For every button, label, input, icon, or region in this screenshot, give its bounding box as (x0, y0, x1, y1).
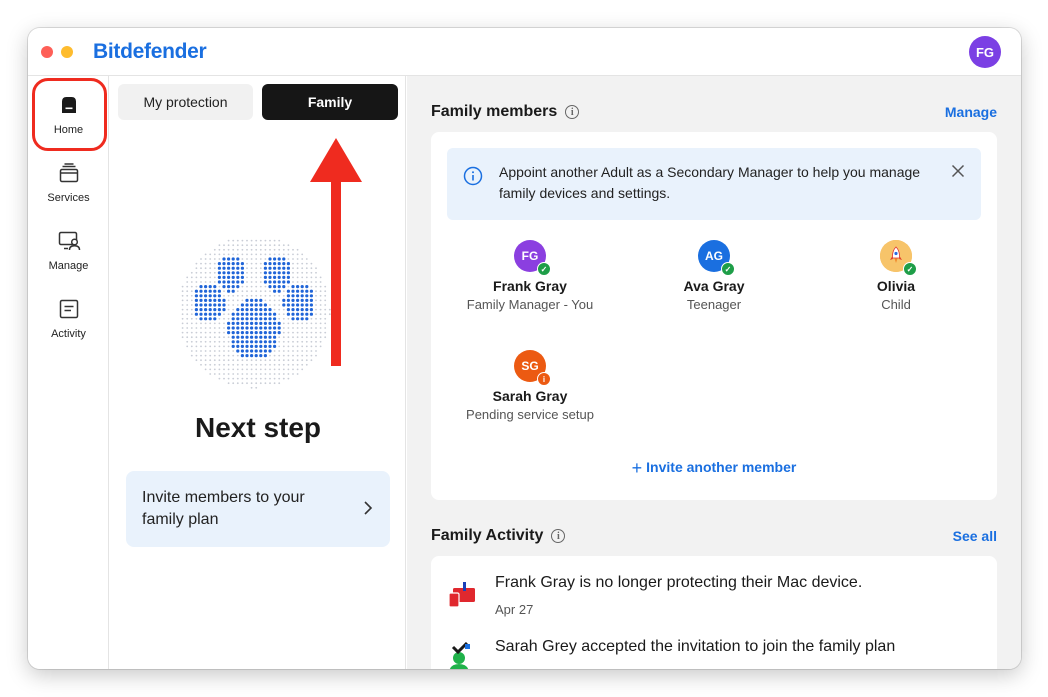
info-icon (463, 166, 483, 186)
tab-family[interactable]: Family (262, 84, 398, 120)
sidebar-item-label: Manage (48, 260, 89, 272)
family-activity-title: Family Activity (431, 527, 544, 544)
activity-text: Frank Gray is no longer protecting their… (495, 574, 863, 591)
highlight-annotation-circle (32, 78, 107, 151)
member-initials: FG (521, 249, 539, 263)
sidebar-nav: Home Services Manage Activity (28, 76, 109, 669)
activity-icon (56, 296, 82, 322)
verified-check-icon: ✓ (537, 262, 551, 276)
invite-members-card[interactable]: Invite members to your family plan (126, 471, 390, 547)
verified-check-icon: ✓ (903, 262, 917, 276)
invite-another-member-link[interactable]: + Invite another member (431, 458, 997, 479)
plus-icon: + (631, 458, 643, 478)
chevron-right-icon (364, 501, 373, 515)
activity-date: Apr 27 (495, 602, 534, 617)
sidebar-item-activity[interactable]: Activity (28, 288, 109, 350)
member-name: Frank Gray (493, 278, 567, 294)
invite-link-label: Invite another member (646, 459, 797, 475)
member-sarah-gray[interactable]: SG i Sarah Gray Pending service setup (440, 350, 620, 422)
family-activity-card: Frank Gray is no longer protecting their… (431, 556, 997, 669)
family-activity-header: Family Activity i (431, 527, 566, 545)
invite-members-text: Invite members to your family plan (142, 489, 305, 528)
member-frank-gray[interactable]: FG ✓ Frank Gray Family Manager - You (440, 240, 620, 312)
sidebar-item-label: Services (47, 192, 90, 204)
tab-my-protection[interactable]: My protection (118, 84, 253, 120)
close-icon[interactable] (951, 164, 965, 178)
see-all-link[interactable]: See all (953, 528, 997, 544)
title-bar: Bitdefender FG (28, 28, 1021, 76)
member-avatar: ✓ (880, 240, 917, 276)
member-initials: SG (521, 359, 539, 373)
member-role: Teenager (686, 297, 742, 312)
services-icon (56, 160, 82, 186)
minimize-window-button[interactable] (61, 46, 73, 58)
sidebar-item-services[interactable]: Services (28, 152, 109, 214)
close-window-button[interactable] (41, 46, 53, 58)
invitation-accepted-icon (449, 642, 470, 669)
verified-check-icon: ✓ (721, 262, 735, 276)
info-icon[interactable]: i (565, 105, 580, 119)
manage-link[interactable]: Manage (945, 104, 997, 120)
activity-text: Sarah Grey accepted the invitation to jo… (495, 638, 896, 655)
red-arrow-annotation (310, 138, 362, 366)
device-unprotected-icon (448, 582, 475, 608)
app-window: Bitdefender FG Home Services Manage Acti… (28, 28, 1021, 669)
member-ava-gray[interactable]: AG ✓ Ava Gray Teenager (624, 240, 804, 312)
member-initials: AG (705, 249, 723, 263)
manage-devices-icon (56, 228, 82, 254)
user-avatar[interactable]: FG (969, 36, 1001, 68)
secondary-manager-banner: Appoint another Adult as a Secondary Man… (447, 148, 981, 220)
member-olivia[interactable]: ✓ Olivia Child (806, 240, 986, 312)
member-role: Pending service setup (466, 407, 594, 422)
family-members-header: Family members i (431, 103, 580, 121)
member-name: Olivia (876, 278, 916, 294)
member-avatar: AG ✓ (698, 240, 735, 276)
member-role: Child (881, 297, 911, 312)
family-members-card: Appoint another Adult as a Secondary Man… (431, 132, 997, 500)
family-members-title: Family members (431, 103, 558, 120)
member-avatar: SG i (514, 350, 551, 386)
banner-text: Appoint another Adult as a Secondary Man… (499, 164, 921, 201)
info-icon[interactable]: i (551, 529, 566, 543)
member-avatar: FG ✓ (514, 240, 551, 276)
member-name: Ava Gray (683, 278, 745, 294)
member-name: Sarah Gray (492, 388, 568, 404)
next-step-heading: Next step (194, 412, 322, 443)
sidebar-item-label: Activity (51, 328, 86, 340)
sidebar-item-manage[interactable]: Manage (28, 220, 109, 282)
member-role: Family Manager - You (466, 297, 594, 312)
main-content: Family members i Manage Appoint another … (407, 76, 1021, 669)
brand-logo: Bitdefender (93, 40, 207, 63)
pending-info-icon: i (537, 372, 551, 386)
